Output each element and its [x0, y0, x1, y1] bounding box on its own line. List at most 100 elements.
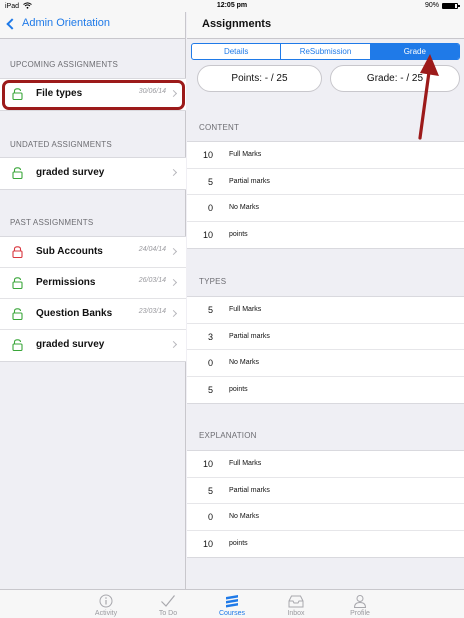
rating-value: 0: [207, 512, 213, 522]
points-label: points: [229, 385, 248, 393]
rubric-points-row[interactable]: 10 points: [187, 222, 464, 249]
assignment-date: 26/03/14: [138, 277, 166, 284]
rubric-group-explanation: 10 Full Marks 5 Partial marks 0 No Marks 10…: [187, 450, 464, 558]
left-nav-bar: Admin Orientation: [0, 12, 186, 39]
chevron-right-icon: [169, 89, 178, 98]
rating-value: 3: [207, 331, 213, 342]
tab-inbox[interactable]: Inbox: [268, 593, 324, 617]
tab-todo[interactable]: To Do: [140, 593, 196, 617]
points-value: 10: [202, 229, 213, 240]
assignment-date: 30/06/14: [138, 88, 166, 95]
rubric-rating-row[interactable]: 10 Full Marks: [187, 451, 464, 478]
rubric-group-content: 10 Full Marks 5 Partial marks 0 No Marks 10…: [187, 141, 464, 249]
rating-value: 0: [207, 203, 213, 213]
points-label: points: [229, 539, 248, 547]
rating-value: 5: [207, 305, 213, 315]
back-button[interactable]: Admin Orientation: [6, 17, 111, 30]
segment-resubmission[interactable]: ReSubmission: [281, 44, 371, 59]
unlocked-icon: [12, 308, 23, 320]
rating-label: No Marks: [229, 359, 259, 366]
chevron-right-icon: [169, 340, 178, 349]
rubric-points-row[interactable]: 5 points: [187, 377, 464, 404]
assignment-name: graded survey: [36, 167, 105, 178]
assignment-date: 23/03/14: [138, 308, 166, 315]
rubric-rating-row[interactable]: 5 Partial marks: [187, 478, 464, 504]
rating-label: No Marks: [229, 204, 259, 211]
points-label: points: [229, 230, 248, 238]
rubric-rating-row[interactable]: 0 No Marks: [187, 195, 464, 222]
rating-value: 10: [202, 459, 213, 469]
section-header-past: PAST ASSIGNMENTS: [10, 218, 94, 227]
assignment-row-graded-survey-past[interactable]: graded survey: [0, 330, 186, 361]
assignment-row-file-types[interactable]: File types 30/06/14: [0, 79, 186, 110]
chevron-right-icon: [169, 168, 178, 177]
section-header-upcoming: UPCOMING ASSIGNMENTS: [10, 60, 119, 69]
chevron-left-icon: [6, 17, 18, 30]
tab-label: Activity: [94, 610, 118, 617]
info-icon: [78, 593, 134, 609]
back-label: Admin Orientation: [22, 17, 111, 29]
unlocked-icon: [12, 88, 23, 100]
chevron-right-icon: [169, 278, 178, 287]
rubric-header-explanation: EXPLANATION: [199, 431, 257, 440]
rating-label: Partial marks: [229, 486, 270, 494]
rating-label: Full Marks: [229, 460, 262, 467]
rubric-rating-row[interactable]: 5 Partial marks: [187, 169, 464, 195]
arrow-annotation-icon: [418, 54, 439, 140]
unlocked-icon: [12, 167, 23, 179]
rating-label: Partial marks: [229, 332, 270, 340]
rating-value: 5: [207, 176, 213, 187]
points-value: 10: [202, 538, 213, 549]
battery-icon: [442, 2, 460, 9]
right-nav-bar: Assignments: [187, 12, 464, 39]
rubric-points-row[interactable]: 10 points: [187, 531, 464, 558]
books-icon: [204, 593, 260, 609]
points-pill[interactable]: Points: - / 25: [197, 65, 322, 92]
rubric-rating-row[interactable]: 0 No Marks: [187, 350, 464, 377]
assignment-name: Question Banks: [36, 308, 113, 319]
locked-icon: [12, 246, 23, 258]
rating-label: Partial marks: [229, 177, 270, 185]
assignment-name: graded survey: [36, 339, 105, 350]
assignment-row-graded-survey[interactable]: graded survey: [0, 158, 186, 189]
assignment-row-permissions[interactable]: Permissions 26/03/14: [0, 268, 186, 299]
past-group: Sub Accounts 24/04/14 Permissions 26/03/…: [0, 236, 186, 362]
tab-label: Inbox: [287, 610, 305, 617]
battery-percent: 90%: [424, 2, 439, 9]
chevron-right-icon: [169, 309, 178, 318]
rubric-rating-row[interactable]: 0 No Marks: [187, 504, 464, 531]
tab-label: Courses: [218, 610, 246, 617]
assignments-list-pane: UPCOMING ASSIGNMENTS File types 30/06/14…: [0, 39, 186, 589]
rubric-header-types: TYPES: [199, 277, 227, 286]
unlocked-icon: [12, 277, 23, 289]
rating-label: Full Marks: [229, 151, 262, 158]
section-header-undated: UNDATED ASSIGNMENTS: [10, 140, 112, 149]
undated-group: graded survey: [0, 157, 186, 190]
checkmark-icon: [140, 593, 196, 609]
points-value: 5: [207, 384, 213, 395]
rubric-header-content: CONTENT: [199, 123, 240, 132]
chevron-right-icon: [169, 247, 178, 256]
assignment-name: Permissions: [36, 277, 96, 288]
tab-activity[interactable]: Activity: [78, 593, 134, 617]
rubric-rating-row[interactable]: 5 Full Marks: [187, 297, 464, 324]
person-icon: [332, 593, 388, 609]
assignment-row-sub-accounts[interactable]: Sub Accounts 24/04/14: [0, 237, 186, 268]
upcoming-group: File types 30/06/14: [0, 78, 186, 111]
rubric-rating-row[interactable]: 10 Full Marks: [187, 142, 464, 169]
segment-details[interactable]: Details: [192, 44, 282, 59]
tab-courses[interactable]: Courses: [204, 593, 260, 617]
rubric-rating-row[interactable]: 3 Partial marks: [187, 324, 464, 350]
rating-label: No Marks: [229, 513, 259, 520]
rating-value: 5: [207, 485, 213, 496]
tab-profile[interactable]: Profile: [332, 593, 388, 617]
status-bar: iPad 12:05 pm 90%: [0, 0, 464, 12]
tab-label: Profile: [350, 610, 370, 617]
status-time: 12:05 pm: [216, 2, 248, 9]
status-right: 90%: [424, 2, 460, 9]
rating-label: Full Marks: [229, 306, 262, 313]
assignment-row-question-banks[interactable]: Question Banks 23/03/14: [0, 299, 186, 330]
unlocked-icon: [12, 339, 23, 351]
assignment-name: File types: [36, 88, 83, 99]
inbox-icon: [268, 593, 324, 609]
